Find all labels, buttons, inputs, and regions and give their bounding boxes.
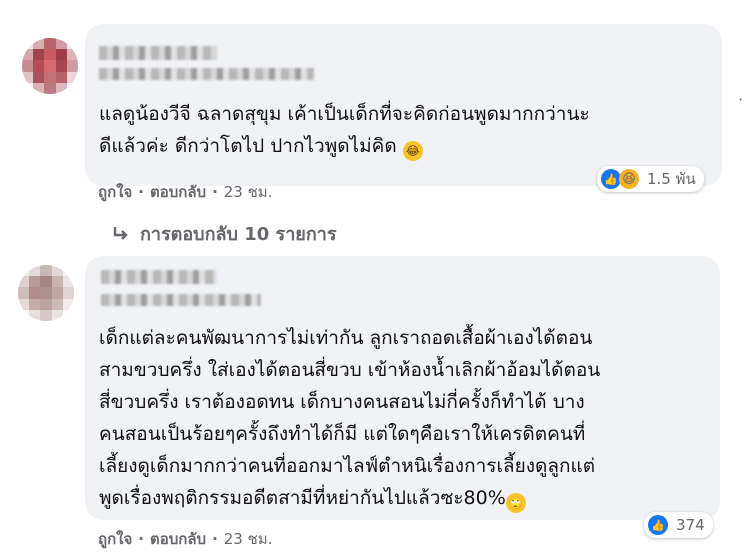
reaction-summary[interactable]: 👍 😆 1.5 พัน xyxy=(597,166,704,192)
comment-bubble: แลดูน้องวีจี ฉลาดสุขุม เค้าเป็นเด็กที่จะ… xyxy=(85,24,722,186)
comment-actions: ถูกใจ · ตอบกลับ · 23 ชม. xyxy=(98,527,272,551)
author-name-redacted[interactable] xyxy=(101,270,216,284)
separator: · xyxy=(212,530,218,548)
haha-icon: 😆 xyxy=(619,169,639,189)
like-icon: 👍 xyxy=(648,515,668,535)
reply-link[interactable]: ตอบกลับ xyxy=(150,180,206,204)
eye-roll-emoji-icon: 🙄 xyxy=(505,493,526,513)
timestamp[interactable]: 23 ชม. xyxy=(224,527,273,551)
replies-count-label: การตอบกลับ 10 รายการ xyxy=(140,224,337,245)
view-replies-link[interactable]: การตอบกลับ 10 รายการ xyxy=(112,219,337,248)
author-name-redacted[interactable] xyxy=(99,46,217,60)
like-link[interactable]: ถูกใจ xyxy=(98,527,132,551)
reaction-summary[interactable]: 👍 374 xyxy=(644,512,713,538)
comment-bubble: เด็กแต่ละคนพัฒนาการไม่เท่ากัน ลูกเราถอดเ… xyxy=(85,256,720,520)
like-icon: 👍 xyxy=(601,169,621,189)
timestamp[interactable]: 23 ชม. xyxy=(224,180,273,204)
grinning-emoji-icon: 😂 xyxy=(402,141,423,161)
separator: · xyxy=(138,530,144,548)
reaction-count: 374 xyxy=(676,516,705,534)
avatar[interactable] xyxy=(18,265,74,321)
separator: · xyxy=(138,183,144,201)
reply-arrow-icon xyxy=(113,226,128,240)
separator: · xyxy=(212,183,218,201)
reply-link[interactable]: ตอบกลับ xyxy=(150,527,206,551)
reaction-count: 1.5 พัน xyxy=(647,170,696,188)
like-link[interactable]: ถูกใจ xyxy=(98,180,132,204)
more-options-icon[interactable]: · xyxy=(738,92,743,108)
author-subtitle-redacted xyxy=(101,294,261,306)
avatar[interactable] xyxy=(22,38,78,94)
comment-text: เด็กแต่ละคนพัฒนาการไม่เท่ากัน ลูกเราถอดเ… xyxy=(99,322,714,514)
author-subtitle-redacted xyxy=(99,68,314,80)
comment-actions: ถูกใจ · ตอบกลับ · 23 ชม. xyxy=(98,180,272,204)
comment-text: แลดูน้องวีจี ฉลาดสุขุม เค้าเป็นเด็กที่จะ… xyxy=(99,98,714,162)
